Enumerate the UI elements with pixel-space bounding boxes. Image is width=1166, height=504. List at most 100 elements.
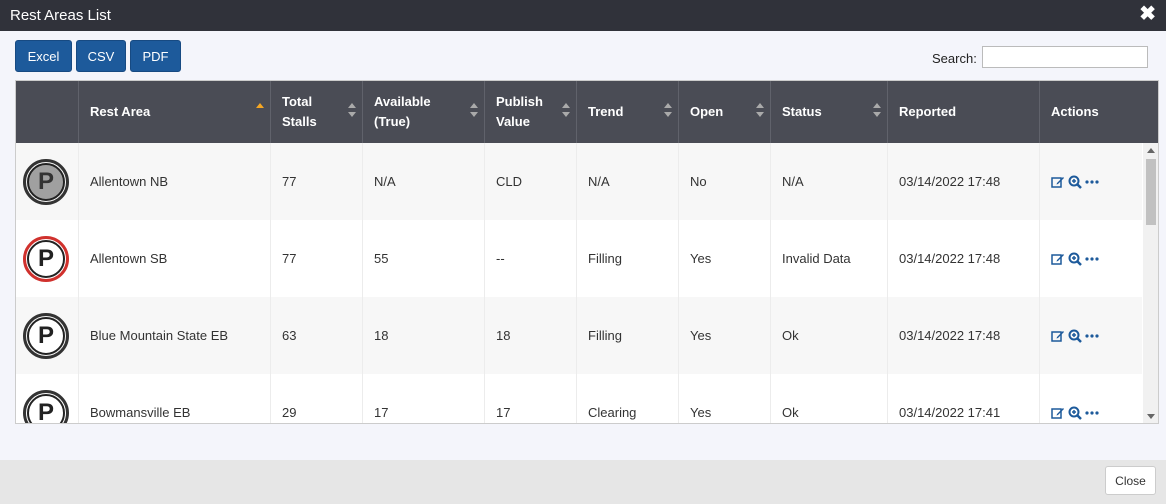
- table-header: Rest Area Total Stalls Available (True) Pu…: [16, 81, 1158, 143]
- header-publish-line1: Publish: [496, 94, 543, 109]
- more-icon[interactable]: [1085, 175, 1099, 189]
- edit-icon[interactable]: [1051, 252, 1065, 266]
- modal-footer: [0, 460, 1166, 504]
- zoom-in-icon[interactable]: [1068, 329, 1082, 343]
- table-scrollbar[interactable]: [1143, 143, 1158, 423]
- header-total-stalls-line1: Total: [282, 94, 313, 109]
- edit-icon[interactable]: [1051, 175, 1065, 189]
- more-icon[interactable]: [1085, 252, 1099, 266]
- modal-title: Rest Areas List: [10, 7, 111, 24]
- edit-icon[interactable]: [1051, 329, 1065, 343]
- cell-status: Ok: [771, 297, 888, 374]
- header-status[interactable]: Status: [771, 81, 888, 143]
- cell-status: N/A: [771, 143, 888, 220]
- cell-open: Yes: [679, 220, 771, 297]
- parking-closed-icon: P: [23, 158, 69, 205]
- cell-trend: Clearing: [577, 374, 679, 423]
- cell-reported: 03/14/2022 17:41: [888, 374, 1040, 423]
- modal-titlebar: Rest Areas List ✖: [0, 0, 1166, 31]
- cell-publish-value: 18: [485, 297, 577, 374]
- header-available-line1: Available: [374, 94, 431, 109]
- more-icon[interactable]: [1085, 329, 1099, 343]
- header-publish-value[interactable]: Publish Value: [485, 81, 577, 143]
- header-icon-column: [16, 81, 79, 143]
- more-icon[interactable]: [1085, 406, 1099, 420]
- cell-reported: 03/14/2022 17:48: [888, 143, 1040, 220]
- parking-letter: P: [27, 162, 65, 201]
- cell-rest-area: Bowmansville EB: [79, 374, 271, 423]
- cell-trend: Filling: [577, 220, 679, 297]
- header-publish-line2: Value: [496, 114, 530, 129]
- header-reported-label: Reported: [899, 104, 957, 119]
- table-row[interactable]: P Allentown NB 77 N/A CLD N/A No N/A 03/…: [16, 143, 1142, 220]
- close-icon[interactable]: ✖: [1139, 4, 1156, 24]
- sort-icon: [664, 103, 672, 121]
- cell-reported: 03/14/2022 17:48: [888, 297, 1040, 374]
- edit-icon[interactable]: [1051, 406, 1065, 420]
- cell-rest-area: Allentown SB: [79, 220, 271, 297]
- header-actions: Actions: [1040, 81, 1158, 143]
- zoom-in-icon[interactable]: [1068, 175, 1082, 189]
- cell-open: Yes: [679, 374, 771, 423]
- cell-rest-area: Blue Mountain State EB: [79, 297, 271, 374]
- cell-total-stalls: 29: [271, 374, 363, 423]
- sort-icon: [348, 103, 356, 121]
- cell-open: No: [679, 143, 771, 220]
- scroll-up-icon[interactable]: [1147, 148, 1155, 153]
- header-trend[interactable]: Trend: [577, 81, 679, 143]
- sort-icon: [562, 103, 570, 121]
- parking-letter: P: [27, 316, 65, 355]
- header-status-label: Status: [782, 104, 822, 119]
- row-icon-cell: P: [16, 143, 79, 220]
- table-row[interactable]: P Bowmansville EB 29 17 17 Clearing Yes …: [16, 374, 1142, 423]
- cell-available: 55: [363, 220, 485, 297]
- header-available-line2: (True): [374, 114, 411, 129]
- cell-actions: [1040, 220, 1142, 297]
- header-actions-label: Actions: [1051, 104, 1099, 119]
- row-icon-cell: P: [16, 297, 79, 374]
- close-button[interactable]: Close: [1105, 466, 1156, 495]
- parking-letter: P: [27, 393, 65, 423]
- sort-icon: [873, 103, 881, 121]
- zoom-in-icon[interactable]: [1068, 406, 1082, 420]
- excel-button[interactable]: Excel: [15, 40, 72, 72]
- sort-icon: [756, 103, 764, 121]
- header-rest-area[interactable]: Rest Area: [79, 81, 271, 143]
- csv-button[interactable]: CSV: [76, 40, 126, 72]
- table-row[interactable]: P Allentown SB 77 55 -- Filling Yes Inva…: [16, 220, 1142, 297]
- rest-areas-table: Rest Area Total Stalls Available (True) Pu…: [15, 80, 1159, 424]
- header-total-stalls-line2: Stalls: [282, 114, 317, 129]
- scroll-down-icon[interactable]: [1147, 414, 1155, 419]
- header-reported[interactable]: Reported: [888, 81, 1040, 143]
- cell-status: Ok: [771, 374, 888, 423]
- cell-available: N/A: [363, 143, 485, 220]
- row-icon-cell: P: [16, 220, 79, 297]
- rest-areas-modal: Rest Areas List ✖ Excel CSV PDF Search: …: [0, 0, 1166, 504]
- scroll-thumb[interactable]: [1146, 159, 1156, 225]
- header-available[interactable]: Available (True): [363, 81, 485, 143]
- search-label: Search:: [932, 51, 977, 66]
- parking-alert-icon: P: [23, 235, 69, 282]
- pdf-button[interactable]: PDF: [130, 40, 181, 72]
- sort-asc-icon: [256, 103, 264, 121]
- cell-status: Invalid Data: [771, 220, 888, 297]
- zoom-in-icon[interactable]: [1068, 252, 1082, 266]
- header-trend-label: Trend: [588, 104, 624, 119]
- cell-open: Yes: [679, 297, 771, 374]
- search-input[interactable]: [982, 46, 1148, 68]
- cell-total-stalls: 77: [271, 143, 363, 220]
- cell-total-stalls: 63: [271, 297, 363, 374]
- cell-available: 18: [363, 297, 485, 374]
- cell-trend: Filling: [577, 297, 679, 374]
- cell-total-stalls: 77: [271, 220, 363, 297]
- header-open[interactable]: Open: [679, 81, 771, 143]
- cell-rest-area: Allentown NB: [79, 143, 271, 220]
- cell-available: 17: [363, 374, 485, 423]
- cell-trend: N/A: [577, 143, 679, 220]
- header-total-stalls[interactable]: Total Stalls: [271, 81, 363, 143]
- parking-letter: P: [27, 239, 65, 278]
- table-body: P Allentown NB 77 N/A CLD N/A No N/A 03/…: [16, 143, 1142, 423]
- cell-actions: [1040, 374, 1142, 423]
- table-row[interactable]: P Blue Mountain State EB 63 18 18 Fillin…: [16, 297, 1142, 374]
- cell-actions: [1040, 297, 1142, 374]
